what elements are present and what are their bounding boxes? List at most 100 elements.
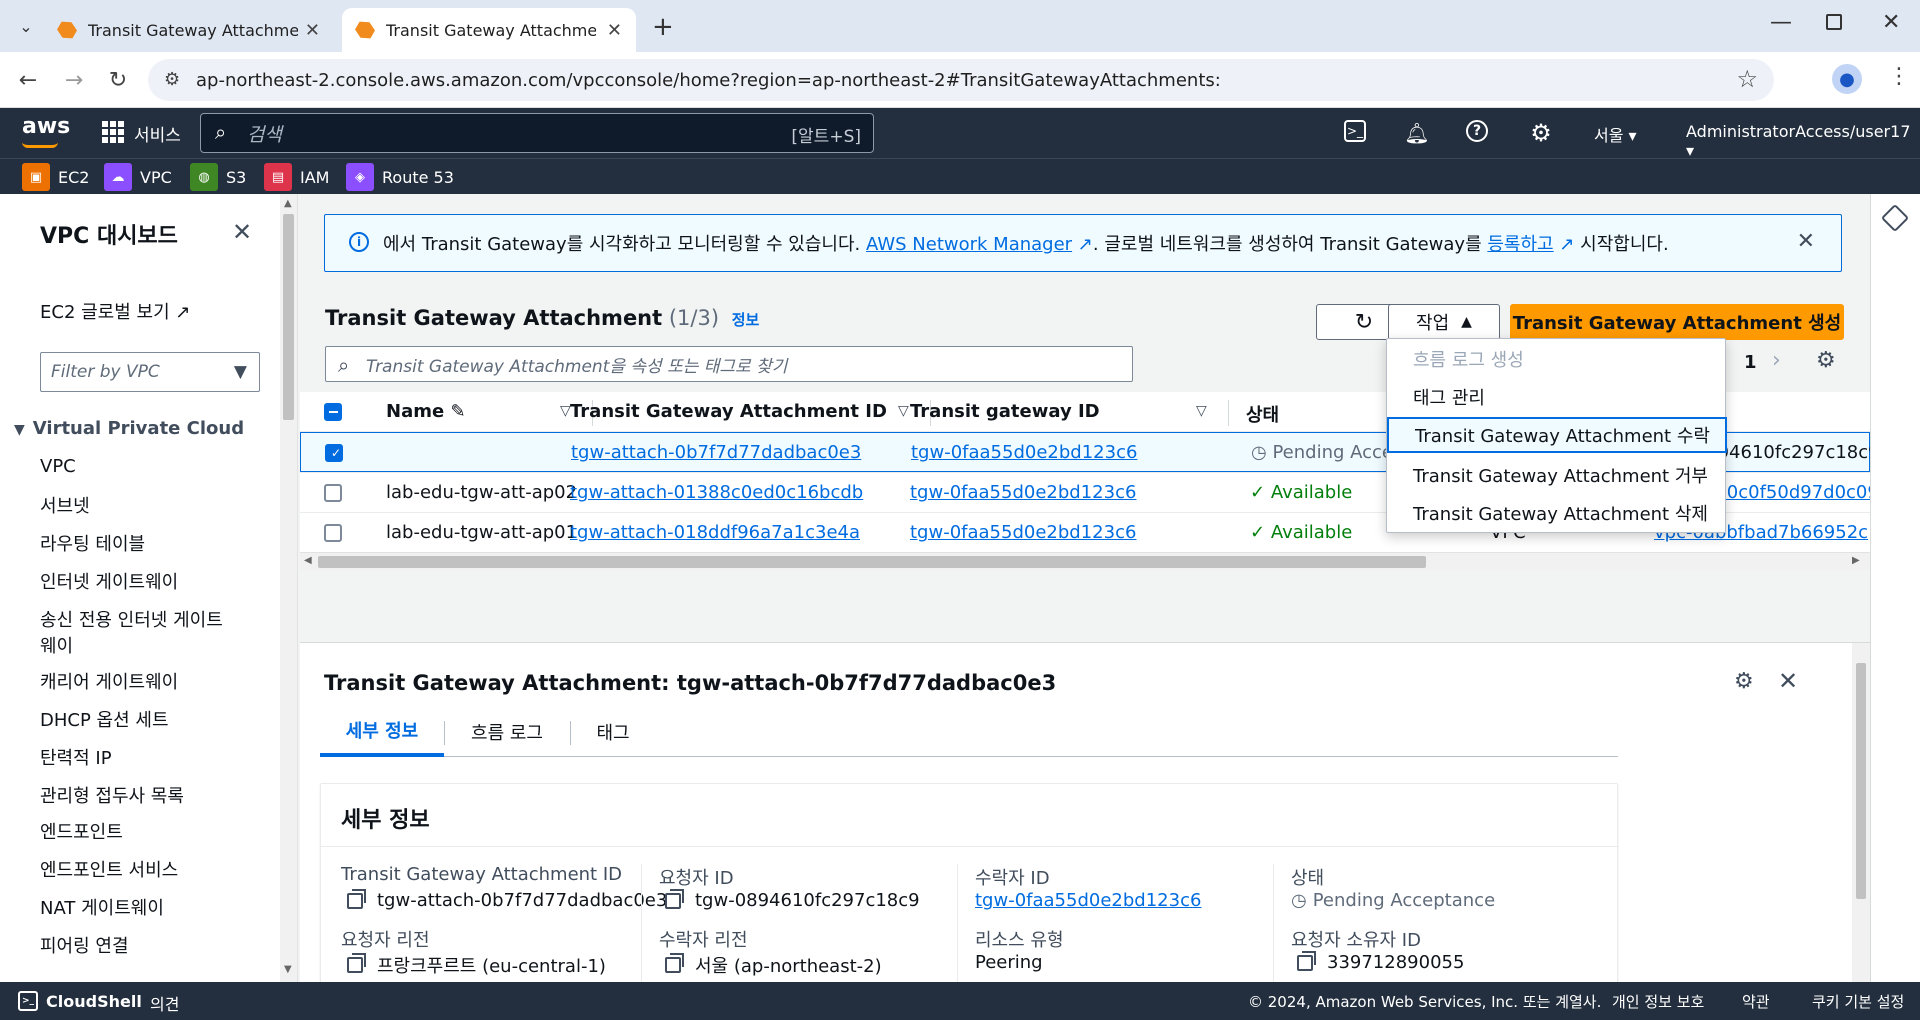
browser-tab-1[interactable]: Transit Gateway Attachment | V ✕ — [44, 8, 334, 52]
register-link[interactable]: 등록하고 — [1487, 234, 1553, 255]
tab-details[interactable]: 세부 정보 — [320, 707, 444, 757]
create-attachment-button[interactable]: Transit Gateway Attachment 생성 — [1510, 304, 1844, 340]
detail-scrollbar[interactable] — [1852, 643, 1870, 982]
services-grid-icon[interactable] — [102, 121, 124, 143]
terms-link[interactable]: 약관 — [1742, 991, 1770, 1012]
actions-button[interactable]: 작업 ▲ — [1388, 304, 1500, 340]
fav-iam[interactable]: ▤ IAM — [264, 163, 329, 191]
fav-route53[interactable]: ◈ Route 53 — [346, 163, 454, 191]
reload-icon[interactable]: ↻ — [104, 66, 132, 94]
sidebar-item-vpc[interactable]: VPC — [40, 456, 76, 477]
sidebar-item-igw[interactable]: 인터넷 게이트웨이 — [40, 568, 178, 594]
region-selector[interactable]: 서울 ▾ — [1594, 122, 1637, 146]
new-tab-icon[interactable]: + — [652, 12, 674, 42]
row-checkbox[interactable] — [324, 524, 342, 542]
scroll-thumb[interactable] — [1856, 663, 1866, 899]
privacy-link[interactable]: 개인 정보 보호 — [1612, 991, 1704, 1012]
cloudshell-button[interactable]: >_ CloudShell — [18, 991, 142, 1011]
close-sidebar-icon[interactable]: ✕ — [232, 218, 252, 246]
info-link[interactable]: 정보 — [732, 311, 760, 329]
tools-panel-icon[interactable] — [1880, 203, 1910, 233]
url-bar[interactable]: ⚙ ap-northeast-2.console.aws.amazon.com/… — [148, 59, 1774, 101]
sidebar-item-global-view[interactable]: EC2 글로벌 보기 ↗ — [40, 298, 190, 324]
profile-avatar[interactable]: ● — [1832, 64, 1862, 94]
dismiss-flash-icon[interactable]: ✕ — [1797, 229, 1815, 254]
cloudshell-icon[interactable]: >_ — [1344, 120, 1366, 142]
aws-search-input[interactable]: ⌕ 검색 [알트+S] — [200, 113, 874, 153]
fav-ec2[interactable]: ▣ EC2 — [22, 163, 89, 191]
scroll-thumb[interactable] — [283, 214, 294, 420]
col-tgw-id[interactable]: Transit gateway ID — [910, 401, 1100, 422]
close-window-icon[interactable]: ✕ — [1882, 10, 1900, 35]
feedback-link[interactable]: 의견 — [150, 991, 179, 1015]
field-value-accepter-id-link[interactable]: tgw-0faa55d0e2bd123c6 — [975, 890, 1201, 911]
next-page-icon[interactable]: › — [1772, 348, 1781, 373]
forward-icon[interactable]: → — [60, 66, 88, 94]
sidebar-item-endpoint-services[interactable]: 엔드포인트 서비스 — [40, 856, 178, 882]
pagination-page[interactable]: 1 — [1744, 352, 1757, 373]
sidebar-item-subnets[interactable]: 서브넷 — [40, 492, 90, 518]
sort-caret-icon[interactable]: ▽ — [898, 403, 909, 419]
row-attach-id-link[interactable]: tgw-attach-0b7f7d77dadbac0e3 — [571, 442, 861, 463]
sidebar-item-nat[interactable]: NAT 게이트웨이 — [40, 894, 164, 920]
sidebar-item-egress-igw-cont[interactable]: 웨이 — [40, 632, 73, 658]
row-tgw-id-link[interactable]: tgw-0faa55d0e2bd123c6 — [910, 482, 1136, 503]
sidebar-item-eip[interactable]: 탄력적 IP — [40, 744, 112, 770]
menu-item-delete-attachment[interactable]: Transit Gateway Attachment 삭제 — [1387, 495, 1727, 531]
menu-item-manage-tags[interactable]: 태그 관리 — [1387, 379, 1727, 415]
col-attach-id[interactable]: Transit Gateway Attachment ID — [570, 401, 887, 422]
close-tab-icon[interactable]: ✕ — [305, 20, 320, 41]
help-icon[interactable]: ? — [1466, 120, 1488, 142]
copy-icon[interactable] — [665, 888, 684, 909]
sidebar-item-egress-igw[interactable]: 송신 전용 인터넷 게이트 — [40, 606, 223, 632]
sidebar-item-prefix-lists[interactable]: 관리형 접두사 목록 — [40, 782, 184, 808]
menu-item-accept-attachment[interactable]: Transit Gateway Attachment 수락 — [1387, 417, 1727, 453]
notifications-bell-icon[interactable]: 🔔︎ — [1404, 120, 1430, 146]
sidebar-item-carrier-gw[interactable]: 캐리어 게이트웨이 — [40, 668, 178, 694]
close-detail-icon[interactable]: ✕ — [1778, 667, 1798, 695]
scroll-right-icon[interactable]: ▶ — [1852, 555, 1860, 566]
copy-icon[interactable] — [347, 953, 366, 973]
copy-icon[interactable] — [1297, 950, 1316, 971]
account-menu[interactable]: AdministratorAccess/user17 ▾ — [1686, 122, 1920, 160]
fav-vpc[interactable]: ☁ VPC — [104, 163, 172, 191]
row-attach-id-link[interactable]: tgw-attach-018ddf96a7a1c3e4a — [570, 522, 860, 543]
tab-search-icon[interactable]: ⌄ — [14, 14, 38, 38]
network-manager-link[interactable]: AWS Network Manager — [866, 234, 1072, 255]
sort-caret-icon[interactable]: ▽ — [1196, 403, 1207, 419]
tab-tags[interactable]: 태그 — [570, 707, 656, 757]
scroll-thumb[interactable] — [318, 556, 1426, 568]
cookie-preferences-link[interactable]: 쿠키 기본 설정 — [1812, 991, 1904, 1012]
vpc-filter-select[interactable]: Filter by VPC ▼ — [40, 352, 260, 392]
scroll-down-icon[interactable]: ▼ — [284, 964, 292, 975]
fav-s3[interactable]: ◍ S3 — [190, 163, 246, 191]
sidebar-scrollbar[interactable]: ▲ ▼ — [280, 194, 298, 982]
detail-preferences-gear-icon[interactable]: ⚙ — [1734, 669, 1754, 694]
row-tgw-id-link[interactable]: tgw-0faa55d0e2bd123c6 — [910, 522, 1136, 543]
restore-icon[interactable] — [1826, 14, 1842, 30]
copy-icon[interactable] — [665, 953, 684, 973]
table-filter-input[interactable]: ⌕ Transit Gateway Attachment을 속성 또는 태그로 … — [325, 346, 1133, 382]
services-menu[interactable]: 서비스 — [134, 121, 181, 146]
scroll-left-icon[interactable]: ◀ — [304, 555, 312, 566]
browser-tab-2-active[interactable]: Transit Gateway Attachment | V ✕ — [342, 8, 636, 52]
table-horizontal-scrollbar[interactable]: ◀ ▶ — [300, 552, 1870, 570]
browser-menu-icon[interactable]: ⋮ — [1888, 64, 1910, 89]
tab-flow-logs[interactable]: 흐름 로그 — [444, 707, 570, 757]
aws-logo[interactable]: aws — [22, 114, 70, 139]
close-tab-icon[interactable]: ✕ — [607, 20, 622, 41]
bookmark-star-icon[interactable]: ☆ — [1736, 65, 1758, 93]
copy-icon[interactable] — [347, 888, 366, 909]
col-state[interactable]: 상태 — [1246, 401, 1279, 427]
row-attach-id-link[interactable]: tgw-attach-01388c0ed0c16bcdb — [570, 482, 863, 503]
menu-item-reject-attachment[interactable]: Transit Gateway Attachment 거부 — [1387, 457, 1727, 493]
minimize-icon[interactable]: — — [1770, 10, 1792, 35]
sidebar-item-dhcp[interactable]: DHCP 옵션 세트 — [40, 706, 169, 732]
sidebar-item-peering[interactable]: 피어링 연결 — [40, 932, 129, 958]
sidebar-title[interactable]: VPC 대시보드 — [40, 218, 178, 250]
sidebar-item-endpoints[interactable]: 엔드포인트 — [40, 818, 123, 844]
col-name[interactable]: Name ✎ — [386, 401, 466, 422]
scroll-up-icon[interactable]: ▲ — [284, 198, 292, 209]
settings-gear-icon[interactable]: ⚙ — [1528, 119, 1554, 147]
row-tgw-id-link[interactable]: tgw-0faa55d0e2bd123c6 — [911, 442, 1137, 463]
